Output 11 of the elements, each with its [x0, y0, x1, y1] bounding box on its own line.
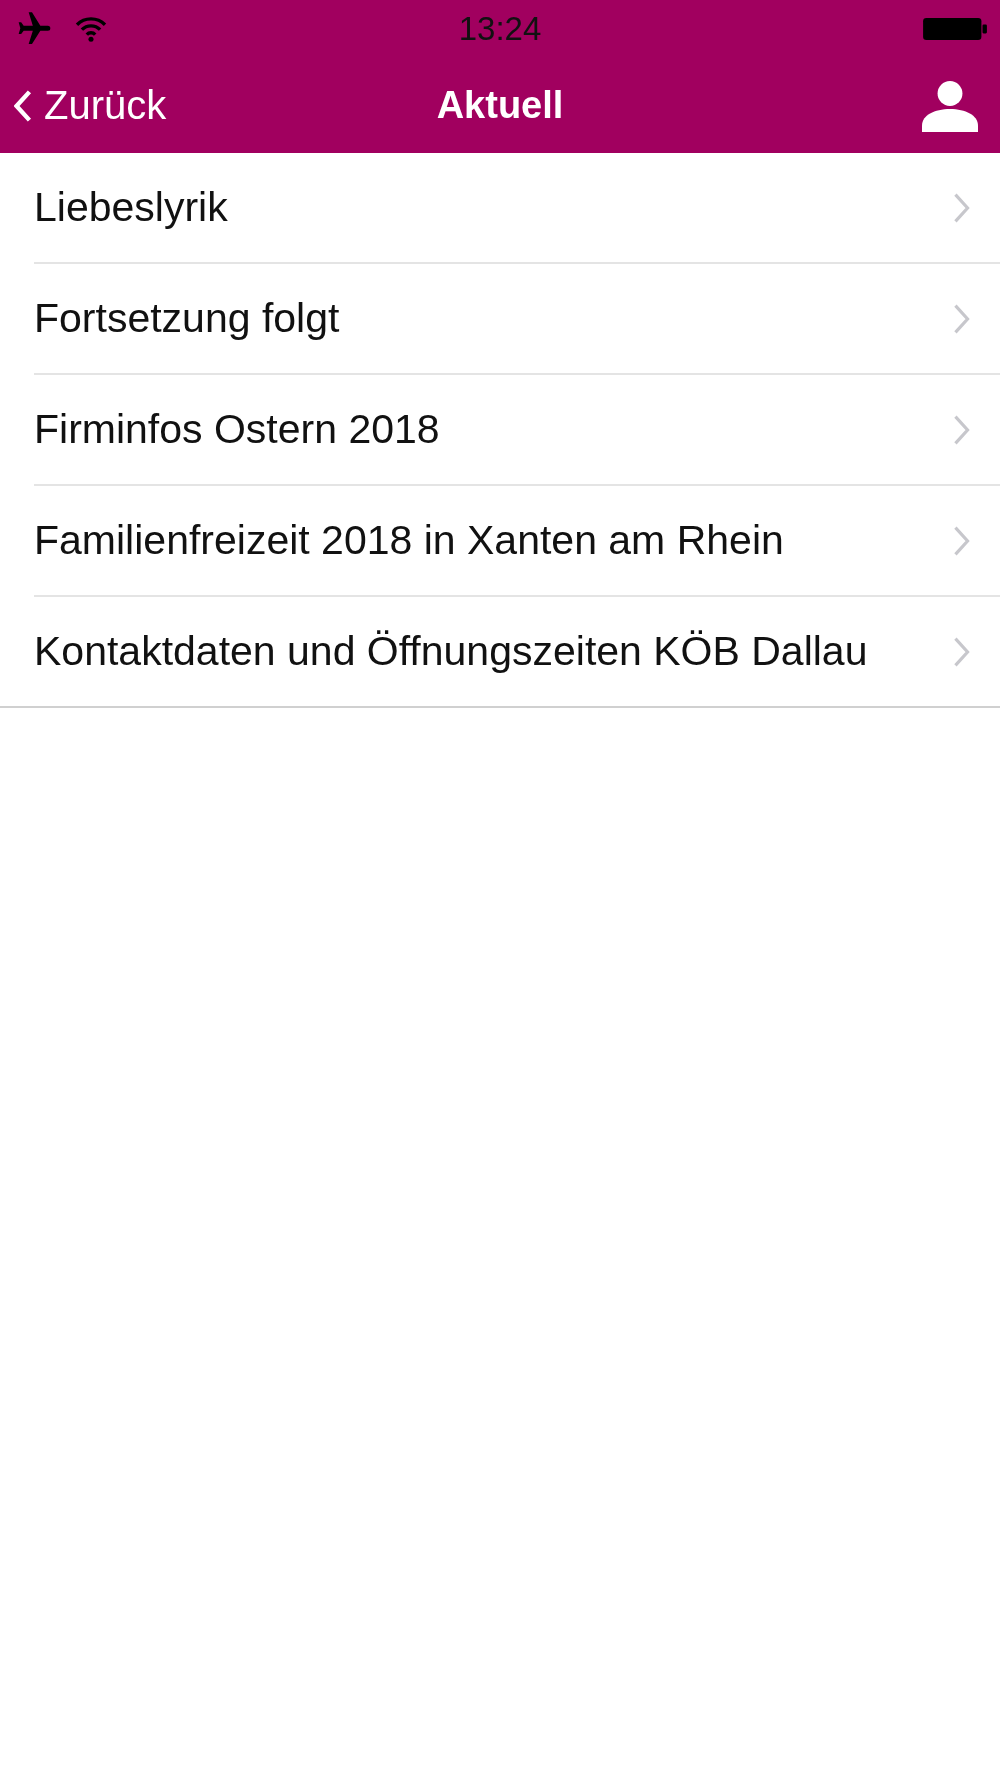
- chevron-icon: [953, 524, 970, 557]
- user-icon[interactable]: [922, 79, 978, 132]
- back-button[interactable]: Zurück: [14, 83, 167, 128]
- nav-title: Aktuell: [436, 84, 564, 127]
- chevron-icon: [953, 635, 970, 668]
- chevron-icon: [953, 302, 970, 335]
- chevron-icon: [953, 413, 970, 446]
- wifi-icon: [74, 15, 108, 43]
- status-time: 13:24: [458, 10, 542, 48]
- chevron-icon: [953, 191, 970, 224]
- battery-icon: [922, 15, 988, 43]
